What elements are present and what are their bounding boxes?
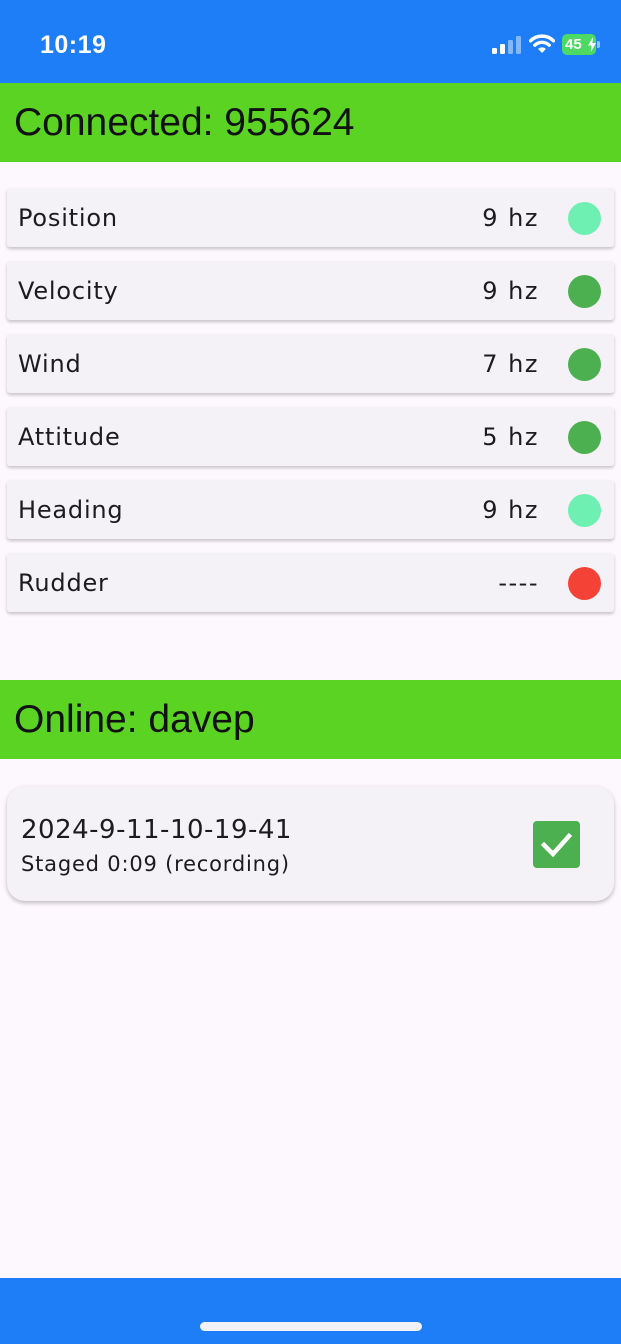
recording-checkbox[interactable]: [533, 821, 580, 868]
battery-percent: 45: [565, 36, 582, 53]
sensor-rate: 7 hz: [482, 350, 539, 378]
status-dot-icon: [568, 348, 601, 381]
sensor-rate: 5 hz: [482, 423, 539, 451]
status-dot-icon: [568, 494, 601, 527]
sensor-label: Velocity: [18, 277, 119, 305]
sensor-row-position[interactable]: Position 9 hz: [7, 188, 614, 247]
status-bar: 10:19 45: [0, 0, 621, 83]
recording-card[interactable]: 2024-9-11-10-19-41 Staged 0:09 (recordin…: [7, 786, 614, 901]
connected-title: Connected: 955624: [14, 101, 355, 144]
online-header: Online: davep: [0, 680, 621, 759]
sensor-row-rudder[interactable]: Rudder ----: [7, 553, 614, 612]
charging-bolt-icon: [588, 37, 596, 52]
checkmark-icon: [540, 832, 573, 858]
sensor-rate: 9 hz: [482, 204, 539, 232]
status-dot-icon: [568, 421, 601, 454]
connected-header: Connected: 955624: [0, 83, 621, 162]
sensor-label: Attitude: [18, 423, 121, 451]
sensor-label: Wind: [18, 350, 82, 378]
sensor-row-heading[interactable]: Heading 9 hz: [7, 480, 614, 539]
battery-cap: [597, 41, 600, 48]
home-indicator[interactable]: [200, 1322, 422, 1331]
sensor-label: Heading: [18, 496, 124, 524]
sensor-rate: ----: [498, 569, 539, 597]
signal-icon: [492, 36, 521, 54]
sensor-label: Rudder: [18, 569, 109, 597]
sensor-row-attitude[interactable]: Attitude 5 hz: [7, 407, 614, 466]
sensor-label: Position: [18, 204, 118, 232]
status-dot-icon: [568, 567, 601, 600]
sensor-row-velocity[interactable]: Velocity 9 hz: [7, 261, 614, 320]
bottom-bar: [0, 1278, 621, 1344]
sensor-row-wind[interactable]: Wind 7 hz: [7, 334, 614, 393]
status-dot-icon: [568, 202, 601, 235]
sensor-rate: 9 hz: [482, 496, 539, 524]
battery-icon: 45: [562, 34, 602, 55]
status-time: 10:19: [40, 31, 107, 59]
sensor-rate: 9 hz: [482, 277, 539, 305]
recording-title: 2024-9-11-10-19-41: [21, 815, 292, 845]
online-title: Online: davep: [14, 698, 255, 741]
recording-status: Staged 0:09 (recording): [21, 852, 290, 876]
wifi-icon: [529, 34, 555, 53]
status-dot-icon: [568, 275, 601, 308]
sensor-list: Position 9 hz Velocity 9 hz Wind 7 hz At…: [7, 188, 614, 626]
